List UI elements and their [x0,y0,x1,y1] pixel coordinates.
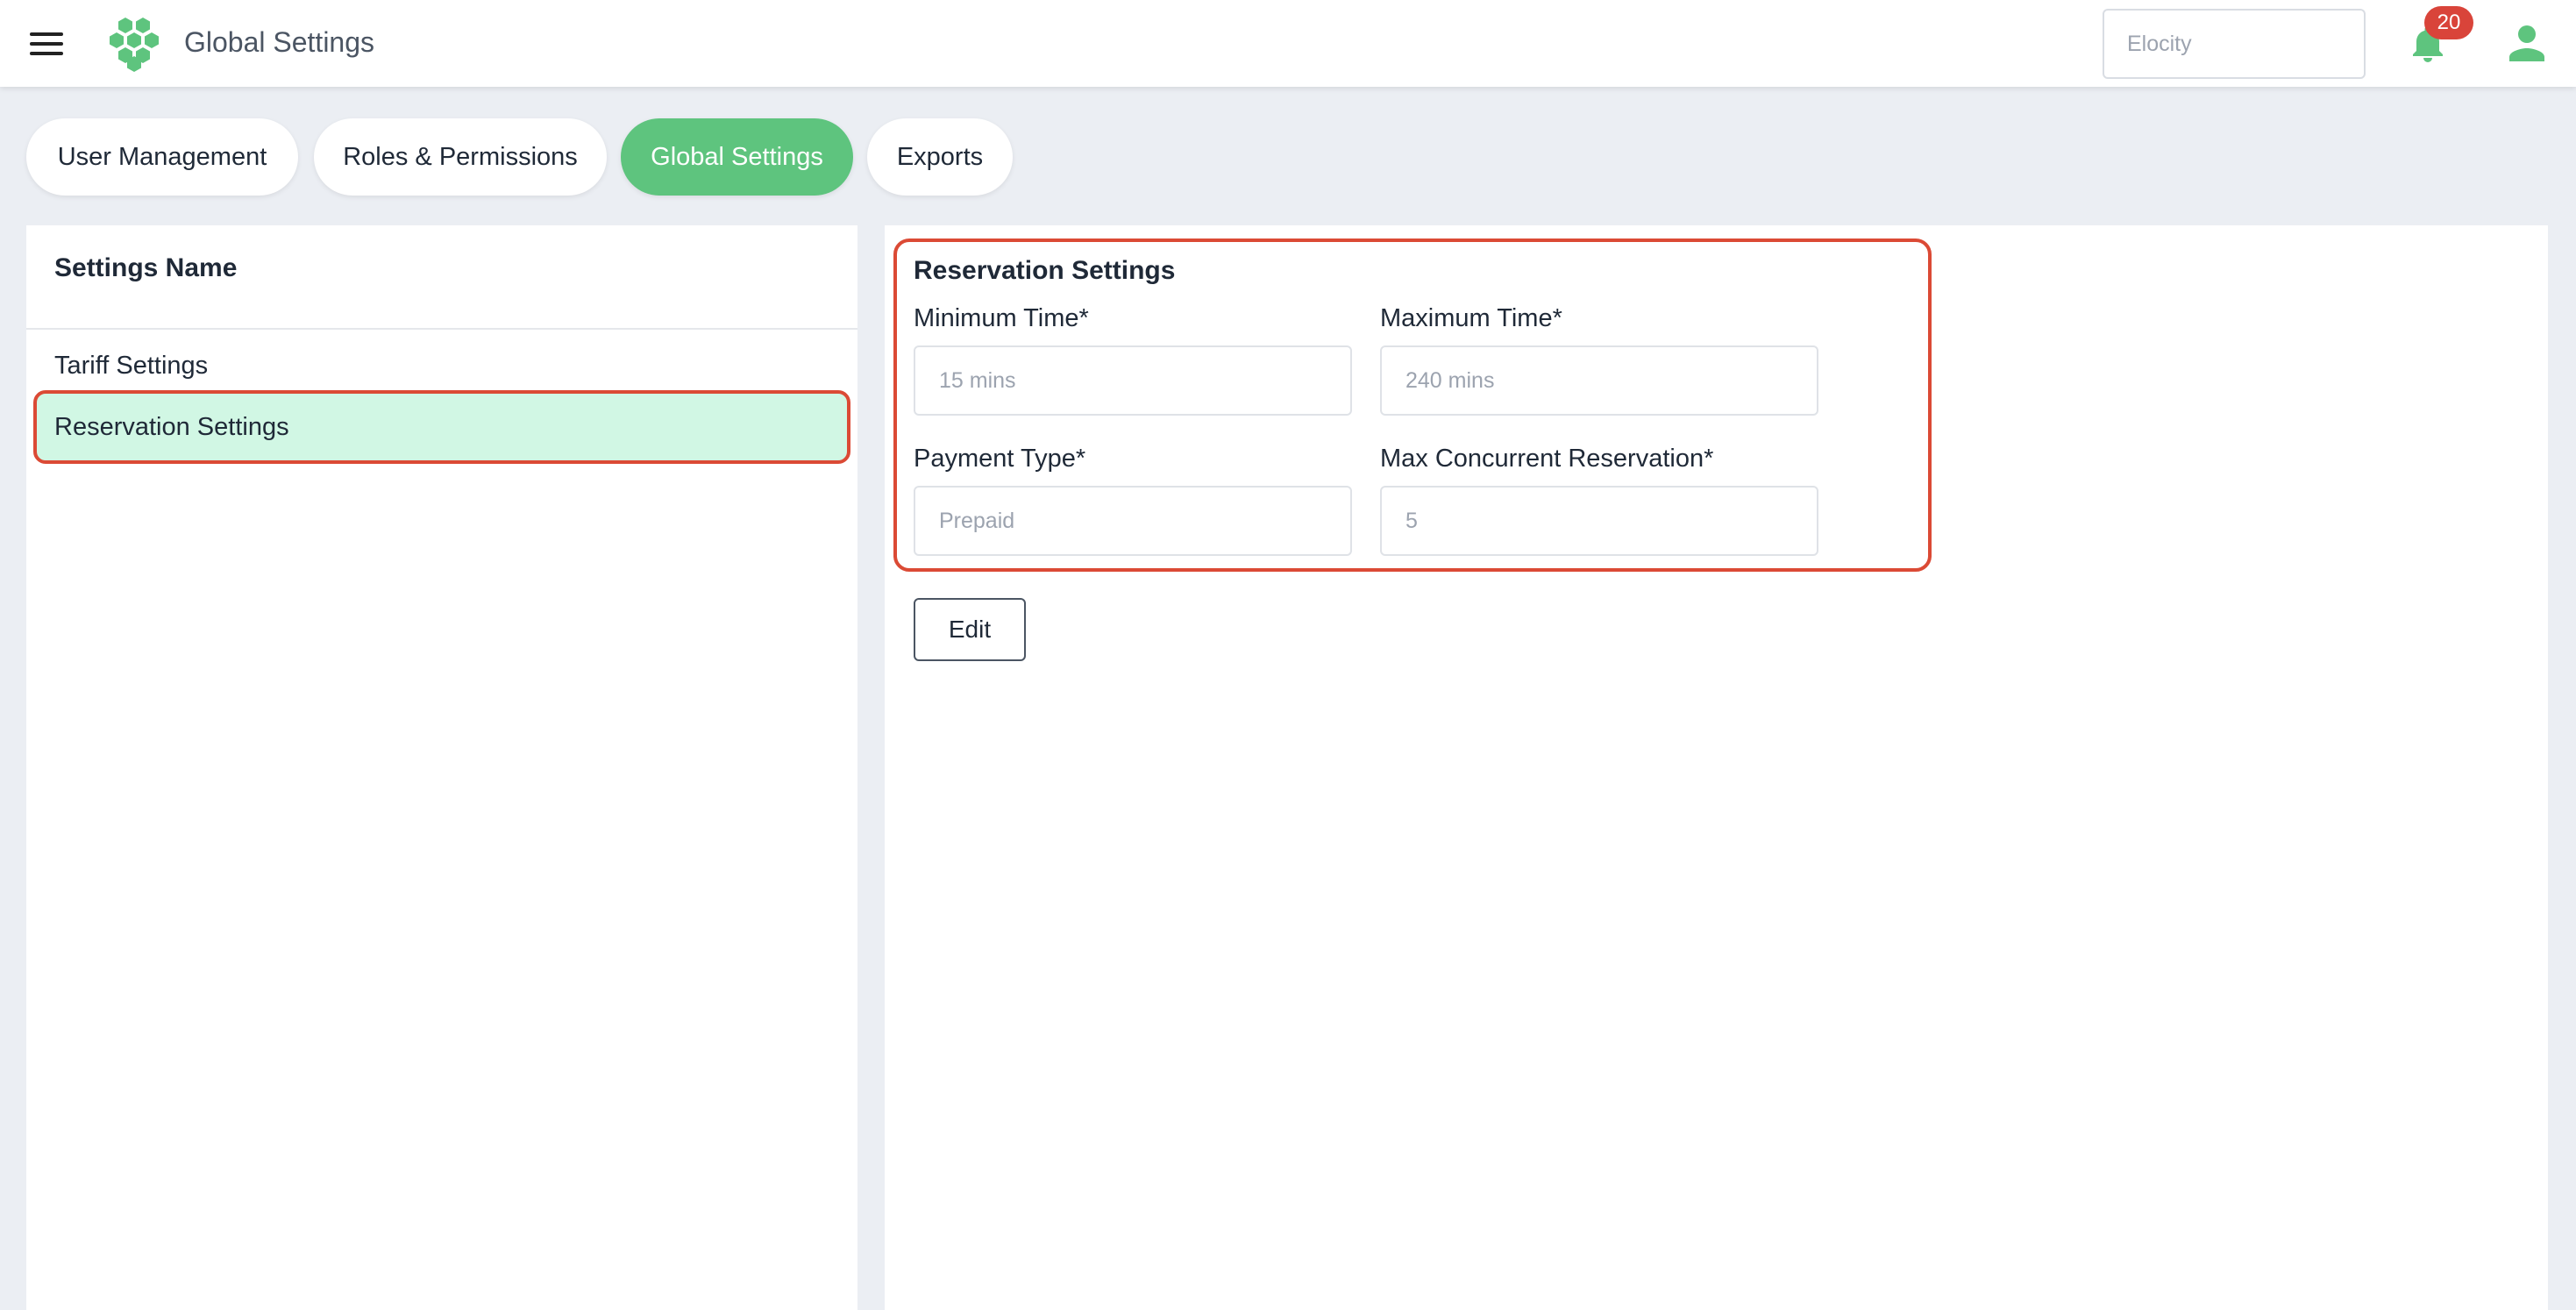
settings-list-header: Settings Name [54,253,238,282]
edit-button[interactable]: Edit [914,598,1026,661]
minimum-time-label: Minimum Time* [914,304,1089,332]
tab-roles-permissions[interactable]: Roles & Permissions [314,118,607,196]
tab-user-management[interactable]: User Management [26,118,298,196]
notification-badge: 20 [2424,6,2473,39]
tab-global-settings[interactable]: Global Settings [621,118,853,196]
settings-list-panel: Settings Name Tariff Settings Reservatio… [26,225,857,1310]
settings-detail-panel: Reservation Settings Minimum Time* 15 mi… [885,225,2548,1310]
maximum-time-label: Maximum Time* [1380,304,1562,332]
user-icon[interactable] [2509,25,2544,61]
location-search-input[interactable]: Elocity [2103,9,2366,79]
maximum-time-field[interactable]: 240 mins [1380,345,1818,416]
minimum-time-field[interactable]: 15 mins [914,345,1352,416]
payment-type-label: Payment Type* [914,445,1086,473]
menu-icon[interactable] [30,30,63,58]
payment-type-field[interactable]: Prepaid [914,486,1352,556]
page-title: Global Settings [184,26,375,58]
top-bar: Global Settings Elocity 20 [0,0,2576,87]
section-title: Reservation Settings [914,256,1176,285]
tab-exports[interactable]: Exports [867,118,1013,196]
settings-item-reservation[interactable]: Reservation Settings [33,390,850,464]
max-concurrent-reservation-label: Max Concurrent Reservation* [1380,445,1714,473]
logo-icon [110,18,159,72]
max-concurrent-reservation-field[interactable]: 5 [1380,486,1818,556]
